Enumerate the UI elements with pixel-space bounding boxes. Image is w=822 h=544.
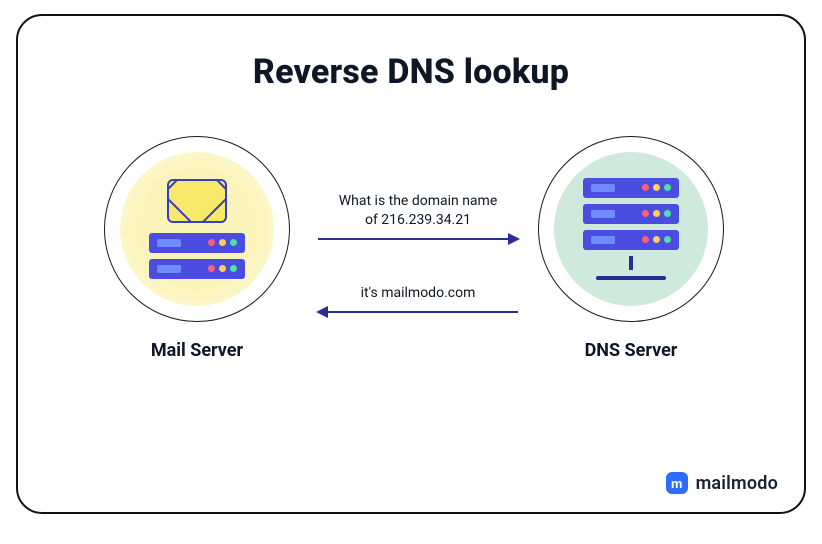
brand-name: mailmodo xyxy=(696,473,778,494)
request-arrow: What is the domain name of 216.239.34.21 xyxy=(318,192,518,240)
dns-server-label: DNS Server xyxy=(538,340,724,361)
mail-server-node: Mail Server xyxy=(104,136,290,361)
brand-mark-icon: m xyxy=(666,472,688,494)
diagram-card: Reverse DNS lookup Mail Server xyxy=(16,14,806,514)
envelope-icon xyxy=(167,179,227,223)
brand-logo: m mailmodo xyxy=(666,472,778,494)
server-rack-icon xyxy=(149,233,245,279)
dns-server-circle xyxy=(538,136,724,322)
mail-server-label: Mail Server xyxy=(104,340,290,361)
mail-server-halo xyxy=(120,152,274,306)
arrow-left-icon xyxy=(318,311,518,313)
request-label-line1: What is the domain name xyxy=(339,193,498,209)
request-label-line2: of 216.239.34.21 xyxy=(365,212,471,228)
diagram-title: Reverse DNS lookup xyxy=(18,52,804,92)
dns-server-halo xyxy=(554,152,708,306)
response-arrow: it's mailmodo.com xyxy=(318,284,518,313)
request-label: What is the domain name of 216.239.34.21 xyxy=(318,192,518,230)
dns-server-node: DNS Server xyxy=(538,136,724,361)
mail-server-circle xyxy=(104,136,290,322)
server-rack-icon xyxy=(583,178,679,280)
response-label: it's mailmodo.com xyxy=(318,284,518,303)
arrow-right-icon xyxy=(318,238,518,240)
